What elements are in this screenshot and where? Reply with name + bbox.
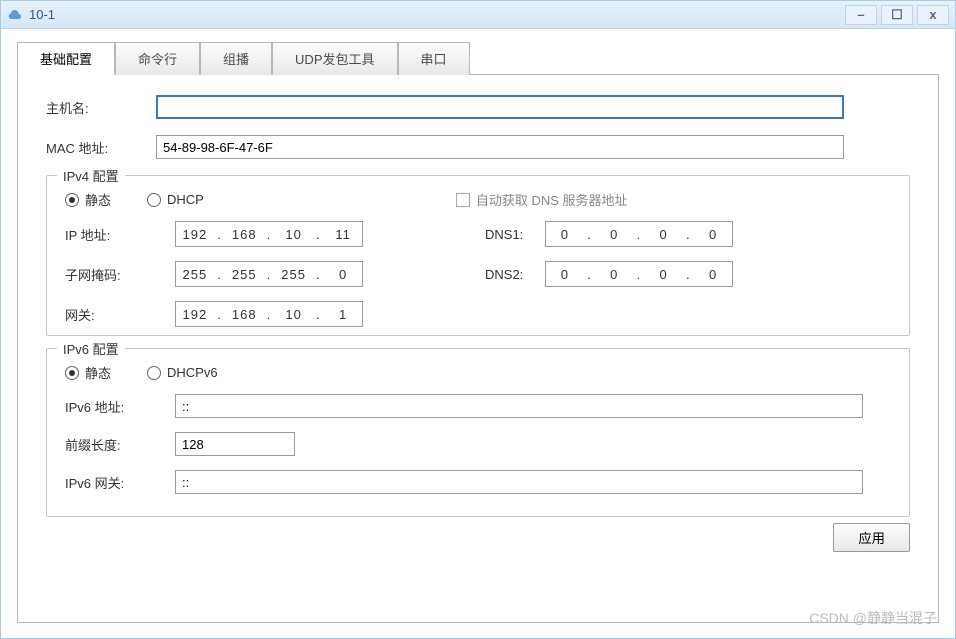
- window-title: 10-1: [29, 7, 841, 22]
- checkbox-auto-dns[interactable]: 自动获取 DNS 服务器地址: [456, 190, 628, 209]
- basic-panel: 主机名: MAC 地址: IPv4 配置 静态 DHCP: [17, 75, 939, 623]
- checkbox-auto-dns-label: 自动获取 DNS 服务器地址: [476, 190, 628, 209]
- apply-row: 应用: [46, 523, 910, 552]
- radio-static-label: 静态: [85, 190, 111, 209]
- mac-input[interactable]: [156, 135, 844, 159]
- maximize-button[interactable]: ☐: [881, 5, 913, 25]
- tab-cmdline[interactable]: 命令行: [115, 42, 200, 75]
- checkbox-auto-dns-icon: [456, 193, 470, 207]
- ipv6-addr-input[interactable]: [175, 394, 863, 418]
- ipv4-group: IPv4 配置 静态 DHCP 自动获取 DNS 服务器地址: [46, 175, 910, 336]
- ipv6-gw-row: IPv6 网关:: [65, 470, 891, 494]
- hostname-input[interactable]: [156, 95, 844, 119]
- tab-basic[interactable]: 基础配置: [17, 42, 115, 75]
- dns1-input[interactable]: 0. 0. 0. 0: [545, 221, 733, 247]
- radio-dhcpv6[interactable]: DHCPv6: [147, 365, 218, 380]
- dns2-label: DNS2:: [485, 267, 545, 282]
- mac-row: MAC 地址:: [46, 135, 910, 159]
- radio-static-v6-icon: [65, 366, 79, 380]
- content-area: 基础配置 命令行 组播 UDP发包工具 串口 主机名: MAC 地址: IPv4…: [1, 29, 955, 638]
- radio-static-icon: [65, 193, 79, 207]
- radio-static-v6-label: 静态: [85, 363, 111, 382]
- ipv6-addr-label: IPv6 地址:: [65, 397, 175, 416]
- tab-udp[interactable]: UDP发包工具: [272, 42, 397, 75]
- ipv6-legend: IPv6 配置: [57, 339, 125, 358]
- radio-static-v6[interactable]: 静态: [65, 363, 111, 382]
- ipv6-addr-row: IPv6 地址:: [65, 394, 891, 418]
- radio-dhcpv6-icon: [147, 366, 161, 380]
- app-icon: [7, 7, 23, 23]
- ipv6-gw-input[interactable]: [175, 470, 863, 494]
- titlebar: 10-1 – ☐ x: [1, 1, 955, 29]
- apply-button[interactable]: 应用: [833, 523, 910, 552]
- mac-label: MAC 地址:: [46, 138, 156, 157]
- prefix-label: 前缀长度:: [65, 435, 175, 454]
- subnet-input[interactable]: 255. 255. 255. 0: [175, 261, 363, 287]
- tab-serial[interactable]: 串口: [398, 42, 470, 75]
- gateway-input[interactable]: 192. 168. 10. 1: [175, 301, 363, 327]
- dns2-input[interactable]: 0. 0. 0. 0: [545, 261, 733, 287]
- hostname-row: 主机名:: [46, 95, 910, 119]
- hostname-label: 主机名:: [46, 98, 156, 117]
- subnet-label: 子网掩码:: [65, 265, 175, 284]
- radio-dhcp-icon: [147, 193, 161, 207]
- prefix-input[interactable]: [175, 432, 295, 456]
- tabbar: 基础配置 命令行 组播 UDP发包工具 串口: [17, 41, 939, 75]
- radio-dhcp-label: DHCP: [167, 192, 204, 207]
- ipv4-legend: IPv4 配置: [57, 166, 125, 185]
- radio-static[interactable]: 静态: [65, 190, 111, 209]
- gateway-label: 网关:: [65, 305, 175, 324]
- ip-label: IP 地址:: [65, 225, 175, 244]
- ipv4-mode-row: 静态 DHCP 自动获取 DNS 服务器地址: [65, 190, 891, 209]
- ipv6-group: IPv6 配置 静态 DHCPv6 IPv6 地址: 前: [46, 348, 910, 517]
- minimize-button[interactable]: –: [845, 5, 877, 25]
- radio-dhcp[interactable]: DHCP: [147, 192, 204, 207]
- ipv6-gw-label: IPv6 网关:: [65, 473, 175, 492]
- prefix-row: 前缀长度:: [65, 432, 891, 456]
- ipv4-grid: IP 地址: 192. 168. 10. 11 DNS1: 0. 0. 0. 0: [65, 221, 891, 327]
- ipv6-mode-row: 静态 DHCPv6: [65, 363, 891, 382]
- tab-multicast[interactable]: 组播: [200, 42, 272, 75]
- dns1-label: DNS1:: [485, 227, 545, 242]
- ip-input[interactable]: 192. 168. 10. 11: [175, 221, 363, 247]
- radio-dhcpv6-label: DHCPv6: [167, 365, 218, 380]
- app-window: 10-1 – ☐ x 基础配置 命令行 组播 UDP发包工具 串口 主机名: M…: [0, 0, 956, 639]
- close-button[interactable]: x: [917, 5, 949, 25]
